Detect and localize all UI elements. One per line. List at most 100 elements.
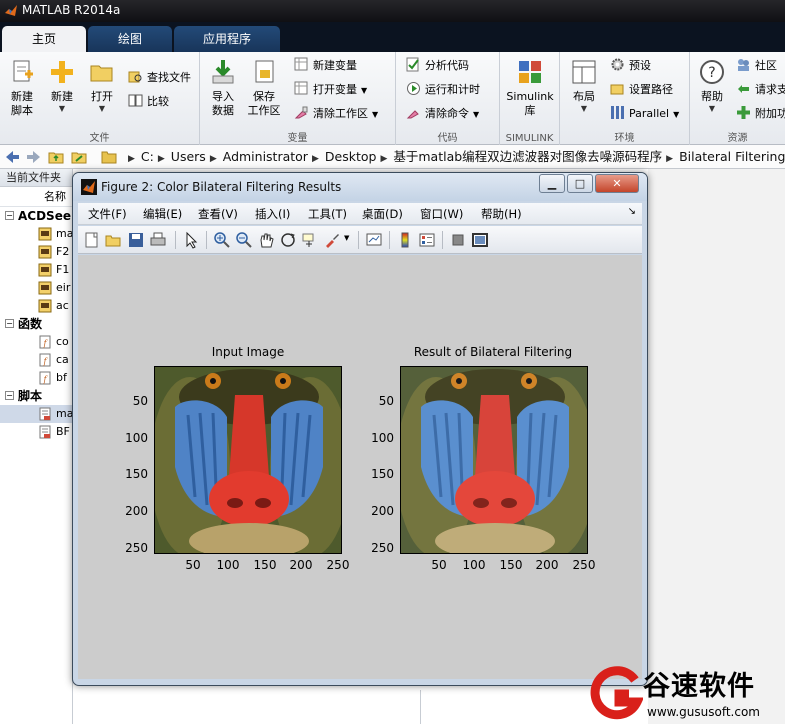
dock-arrow-icon[interactable]: ↘ [628,206,636,217]
ribbon-group-resources: ? 帮助 ▼ 社区 请求支 附加功 资源 [690,52,785,145]
print-icon[interactable] [149,231,167,249]
menu-desktop[interactable]: 桌面(D) [362,206,403,222]
section-acdsee[interactable]: − ACDSee [0,207,72,225]
breadcrumb-item[interactable]: Desktop [325,149,377,164]
group-label-variable: 变量 [287,133,308,144]
y-tick-label: 150 [371,467,394,481]
new-figure-icon[interactable] [83,231,101,249]
request-support-icon [738,85,749,93]
tab-apps[interactable]: 应用程序 [174,26,280,52]
find-files-button[interactable]: 查找文件 [128,68,191,88]
rotate-3d-icon[interactable] [279,231,297,249]
open-file-icon[interactable] [105,231,123,249]
up-folder-icon[interactable] [47,148,65,166]
import-data-button[interactable]: 导入 数据 [203,56,243,118]
open-button[interactable]: 打开 ▼ [82,56,122,114]
file-name: ma [56,227,72,240]
list-item[interactable]: f bf [0,369,72,387]
show-plot-tools-icon[interactable] [471,231,489,249]
app-titlebar: MATLAB R2014a [0,0,785,22]
section-scripts[interactable]: − 脚本 [0,387,72,405]
file-name: ac [56,299,69,312]
maximize-button[interactable]: □ [567,174,593,193]
chevron-down-icon[interactable]: ▼ [344,234,349,242]
addons-button[interactable]: 附加功 [736,104,785,124]
section-label: ACDSee [18,209,71,223]
preferences-button[interactable]: 预设 [610,56,651,76]
breadcrumb-item[interactable]: C: [141,149,154,164]
menu-edit[interactable]: 编辑(E) [143,206,182,222]
layout-button[interactable]: 布局 ▼ [564,56,604,114]
breadcrumb-item[interactable]: Bilateral Filtering [679,149,785,164]
minimize-button[interactable]: ▁ [539,174,565,193]
tab-home[interactable]: 主页 [2,26,86,52]
new-variable-button[interactable]: 新建变量 [294,56,357,76]
list-item[interactable]: ma [0,405,72,423]
collapse-icon[interactable]: − [5,391,14,400]
chevron-down-icon: ▼ [580,104,588,113]
close-button[interactable]: ✕ [595,174,639,193]
compare-button[interactable]: 比较 [128,92,169,112]
layout-icon [572,60,596,84]
list-item[interactable]: f ca [0,351,72,369]
forward-arrow-icon[interactable] [25,148,43,166]
column-header-name[interactable]: 名称 [0,187,72,207]
new-script-button[interactable]: 新建 脚本 [2,56,42,118]
list-item[interactable]: eir [0,279,72,297]
breadcrumb-item[interactable]: 基于matlab编程双边滤波器对图像去噪源码程序 [393,149,662,164]
hide-plot-tools-icon[interactable] [449,231,467,249]
parallel-button[interactable]: Parallel ▼ [610,104,679,124]
section-functions[interactable]: − 函数 [0,315,72,333]
new-button[interactable]: 新建 ▼ [42,56,82,114]
back-arrow-icon[interactable] [3,148,21,166]
browse-folder-icon[interactable] [70,148,88,166]
breadcrumb-item[interactable]: Administrator [223,149,308,164]
list-item[interactable]: F1 [0,261,72,279]
breadcrumb-item[interactable]: Users [171,149,206,164]
list-item[interactable]: F2 [0,243,72,261]
request-support-button[interactable]: 请求支 [736,80,785,100]
background-workspace [648,169,785,724]
community-button[interactable]: 社区 [736,56,777,76]
zoom-out-icon[interactable] [235,231,253,249]
simulink-library-button[interactable]: Simulink 库 [504,56,556,118]
run-and-time-button[interactable]: 运行和计时 [406,80,480,100]
pointer-icon[interactable] [182,231,200,249]
link-plot-icon[interactable] [365,231,383,249]
list-item[interactable]: f co [0,333,72,351]
pan-hand-icon[interactable] [257,231,275,249]
brush-icon[interactable] [323,231,341,249]
run-time-icon [407,82,420,95]
list-item[interactable]: BF [0,423,72,441]
legend-icon[interactable] [418,231,436,249]
menu-window[interactable]: 窗口(W) [420,206,463,222]
preferences-label: 预设 [629,59,651,72]
clear-commands-button[interactable]: 清除命令 ▼ [406,104,479,124]
menu-tools[interactable]: 工具(T) [308,206,347,222]
find-files-label: 查找文件 [147,71,191,84]
save-workspace-button[interactable]: 保存 工作区 [244,56,284,118]
group-label-environment: 环境 [614,133,635,144]
menu-insert[interactable]: 插入(I) [255,206,290,222]
help-button[interactable]: ? 帮助 ▼ [692,56,732,114]
data-cursor-icon[interactable] [301,231,319,249]
set-path-button[interactable]: 设置路径 [610,80,673,100]
figure-titlebar[interactable]: Figure 2: Color Bilateral Filtering Resu… [73,173,647,201]
menu-view[interactable]: 查看(V) [198,206,238,222]
save-icon[interactable] [127,231,145,249]
colorbar-icon[interactable] [396,231,414,249]
analyze-code-button[interactable]: 分析代码 [406,56,469,76]
collapse-icon[interactable]: − [5,211,14,220]
tab-plots[interactable]: 绘图 [88,26,172,52]
list-item[interactable]: ma [0,225,72,243]
list-item[interactable]: ac [0,297,72,315]
menu-file[interactable]: 文件(F) [88,206,127,222]
addons-plus-icon [737,106,750,119]
menu-help[interactable]: 帮助(H) [481,206,522,222]
zoom-in-icon[interactable] [213,231,231,249]
collapse-icon[interactable]: − [5,319,14,328]
filtered-image[interactable] [400,366,588,554]
input-image[interactable] [154,366,342,554]
open-variable-button[interactable]: 打开变量 ▼ [294,80,367,100]
clear-workspace-button[interactable]: 清除工作区 ▼ [294,104,378,124]
